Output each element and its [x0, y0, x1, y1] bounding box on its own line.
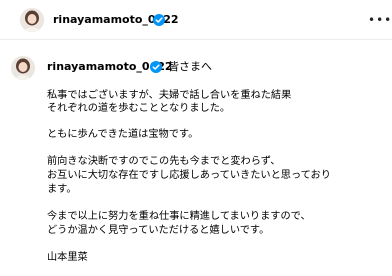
caption-line: ともに歩んできた道は宝物です。 — [47, 129, 199, 140]
caption-greeting: 皆さまへ — [168, 60, 212, 73]
caption-line: どうか温かく見守っていただけると嬉しいです。 — [47, 225, 270, 236]
caption-line: 私事ではございますが、夫婦で話し合いを重ねた結果 — [47, 90, 292, 101]
caption-avatar[interactable] — [11, 56, 35, 80]
caption-line: 前向きな決断ですのでこの先も今までと変わらず、 — [47, 156, 281, 167]
caption-line: お互いに大切な存在ですし応援しあっていきたいと思っており — [47, 170, 331, 181]
avatar-photo-icon — [20, 8, 44, 32]
avatar-photo-icon — [11, 56, 35, 80]
caption-line: ます。 — [47, 184, 77, 195]
caption-line: 今まで以上に努力を重ね仕事に精進してまいりますので、 — [47, 211, 311, 222]
verified-badge-icon — [153, 14, 165, 26]
caption-line: それぞれの道を歩むこととなりました。 — [47, 103, 231, 114]
caption-signature: 山本里菜 — [47, 252, 88, 263]
post-header: rinayamamoto_0622 ••• — [0, 0, 392, 40]
verified-badge-icon — [150, 61, 162, 73]
profile-avatar[interactable] — [20, 8, 44, 32]
more-options-icon[interactable]: ••• — [368, 14, 391, 26]
